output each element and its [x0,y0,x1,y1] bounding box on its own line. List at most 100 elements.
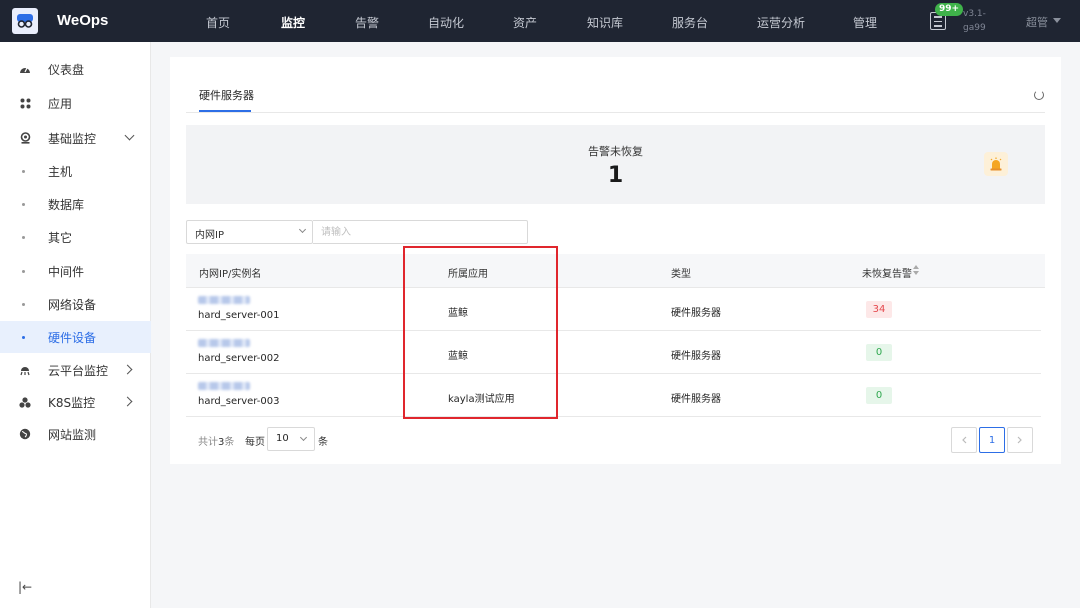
alert-count-badge: 0 [866,344,892,361]
sidebar-item-label: 基础监控 [48,131,97,146]
page-size-select[interactable]: 10 [267,427,315,451]
column-header-type: 类型 [671,269,691,280]
weops-logo-icon[interactable] [12,8,38,34]
type-cell: 硬件服务器 [671,394,721,405]
sidebar-item-cloud-monitor[interactable]: 云平台监控 [0,354,151,386]
sidebar-item-label: 应用 [48,96,73,111]
bullet-icon [22,302,25,306]
table-row[interactable]: hard_server-003 kayla测试应用 硬件服务器 0 [186,374,1041,417]
alert-count-badge: 0 [866,387,892,404]
column-header-unresolved-alerts[interactable]: 未恢复告警 [862,265,912,280]
chevron-right-icon [1017,436,1022,444]
chevron-down-icon [298,225,307,234]
blurred-ip-address [198,296,250,304]
notification-badge: 99+ [935,3,964,16]
sidebar-item-label: 硬件设备 [48,330,97,345]
chevron-right-icon[interactable] [122,396,133,407]
sidebar-item-dashboard[interactable]: 仪表盘 [0,53,151,85]
total-prefix: 共计 [198,437,218,448]
top-navigation-bar: WeOps 首页 监控 告警 自动化 资产 知识库 服务台 运营分析 管理 99… [0,0,1080,42]
nav-manage[interactable]: 管理 [853,14,877,31]
version-label: v3.1- ga99 [963,7,986,35]
sidebar-item-database[interactable]: 数据库 [0,188,151,220]
sidebar-item-middleware[interactable]: 中间件 [0,255,151,287]
bullet-icon [22,235,25,239]
bullet-icon [22,269,25,273]
instance-name: hard_server-002 [198,353,280,364]
bullet-icon [22,169,25,173]
instance-name: hard_server-003 [198,396,280,407]
refresh-icon[interactable] [1034,90,1044,100]
brand-name: WeOps [57,12,109,29]
sidebar-item-apps[interactable]: 应用 [0,87,151,119]
sidebar-item-label: 网络设备 [48,297,97,312]
bullet-icon [22,335,25,339]
version-line1: v3.1- [963,9,986,19]
chevron-down-icon [299,433,308,442]
filter-field-select[interactable]: 内网IP [186,220,313,244]
per-page-label: 每页 [245,437,265,448]
page-size-unit: 条 [318,437,328,448]
sidebar-item-network-device[interactable]: 网络设备 [0,288,151,320]
page-size-value: 10 [276,433,289,444]
table-row[interactable]: hard_server-001 蓝鲸 硬件服务器 34 [186,288,1041,331]
sidebar-item-label: 中间件 [48,264,85,279]
sidebar-item-label: 数据库 [48,197,85,212]
sidebar-item-label: 其它 [48,230,73,245]
tab-hardware-server[interactable]: 硬件服务器 [199,87,254,103]
chevron-left-icon [962,436,967,444]
prev-page-button[interactable] [951,427,977,453]
instance-name: hard_server-001 [198,310,280,321]
alert-count-badge: 34 [866,301,892,318]
cloud-icon [19,364,31,376]
column-header-instance: 内网IP/实例名 [199,269,262,280]
sidebar-item-other[interactable]: 其它 [0,221,151,253]
unresolved-alerts-label: 告警未恢复 [588,145,643,158]
sidebar-item-label: 主机 [48,164,73,179]
nav-alerts[interactable]: 告警 [355,14,379,31]
caret-down-icon[interactable] [1053,18,1061,23]
alert-summary-card: 告警未恢复 1 [186,125,1045,204]
nav-automation[interactable]: 自动化 [428,14,464,31]
sidebar-item-label: K8S监控 [48,395,96,410]
unresolved-alerts-count: 1 [607,163,624,188]
type-cell: 硬件服务器 [671,351,721,362]
content-panel: 硬件服务器 告警未恢复 1 内网IP 内网IP/实例名 所属应用 类型 未恢复告… [170,57,1061,464]
dashboard-icon [19,63,31,75]
k8s-icon [19,396,31,408]
nav-analytics[interactable]: 运营分析 [757,14,805,31]
blurred-ip-address [198,382,250,390]
table-header: 内网IP/实例名 所属应用 类型 未恢复告警 [186,254,1045,288]
table-row[interactable]: hard_server-002 蓝鲸 硬件服务器 0 [186,331,1041,374]
filter-field-value: 内网IP [195,230,224,241]
sidebar-item-basic-monitor[interactable]: 基础监控 [0,122,151,154]
nav-service-desk[interactable]: 服务台 [672,14,708,31]
chevron-down-icon[interactable] [124,130,135,141]
total-suffix: 条 [224,437,235,448]
search-input[interactable] [313,220,528,244]
sidebar-item-hardware-device[interactable]: 硬件设备 [0,321,151,353]
chevron-right-icon[interactable] [122,364,133,375]
apps-icon [19,97,31,109]
nav-knowledge[interactable]: 知识库 [587,14,623,31]
nav-monitor[interactable]: 监控 [281,14,305,31]
sidebar-item-k8s-monitor[interactable]: K8S监控 [0,386,151,418]
nav-assets[interactable]: 资产 [513,14,537,31]
sort-icon[interactable] [913,264,921,276]
sidebar-item-label: 仪表盘 [48,62,85,77]
bullet-icon [22,202,25,206]
sidebar-item-website-monitor[interactable]: 网站监测 [0,418,151,450]
sidebar: 仪表盘 应用 基础监控 主机 数据库 其它 中间件 网络设备 硬件设备 云平台监… [0,42,151,608]
sidebar-item-label: 网站监测 [48,427,97,442]
next-page-button[interactable] [1007,427,1033,453]
sidebar-item-host[interactable]: 主机 [0,155,151,187]
sidebar-item-label: 云平台监控 [48,363,109,378]
total-count: 共计3条 [198,433,234,448]
page-button-current[interactable]: 1 [979,427,1005,453]
collapse-sidebar-icon[interactable]: |← [18,580,32,594]
user-menu[interactable]: 超管 [1026,14,1048,30]
version-line2: ga99 [963,23,986,33]
nav-home[interactable]: 首页 [206,14,230,31]
globe-icon [19,428,31,440]
alarm-icon [984,152,1008,176]
